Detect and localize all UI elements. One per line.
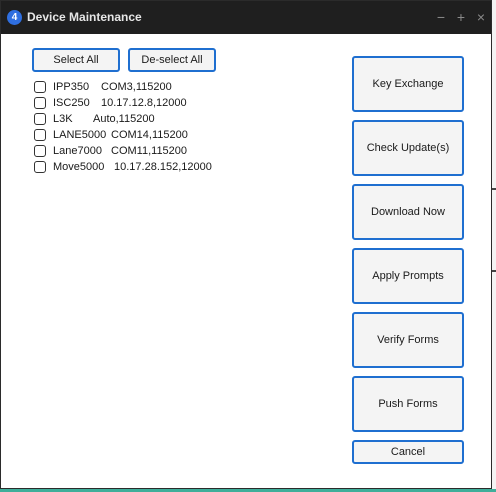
device-connection: 10.17.12.8,12000 [101, 97, 187, 109]
device-checkbox[interactable] [34, 129, 46, 141]
device-connection: 10.17.28.152,12000 [114, 161, 212, 173]
device-checkbox[interactable] [34, 97, 46, 109]
maximize-icon[interactable]: + [453, 7, 469, 27]
app-icon: 4 [7, 10, 22, 25]
device-checkbox[interactable] [34, 113, 46, 125]
download-now-button[interactable]: Download Now [352, 184, 464, 240]
device-name: Move5000 [53, 161, 105, 173]
device-name: IPP350 [53, 81, 90, 93]
background-mark [492, 270, 496, 272]
device-name: Lane7000 [53, 145, 102, 157]
device-name: LANE5000 [53, 129, 107, 141]
apply-prompts-button[interactable]: Apply Prompts [352, 248, 464, 304]
device-maintenance-window: 4 Device Maintenance − + × Select All De… [0, 0, 492, 489]
key-exchange-button[interactable]: Key Exchange [352, 56, 464, 112]
title-bar[interactable]: 4 Device Maintenance − + × [1, 1, 491, 34]
background-mark [492, 188, 496, 190]
device-connection: COM11,115200 [111, 145, 188, 157]
device-connection: COM14,115200 [111, 129, 188, 141]
device-checkbox[interactable] [34, 81, 46, 93]
device-connection: COM3,115200 [101, 81, 172, 93]
device-checkbox[interactable] [34, 145, 46, 157]
device-name: ISC250 [53, 97, 90, 109]
close-icon[interactable]: × [473, 7, 489, 27]
window-title: Device Maintenance [27, 10, 142, 24]
push-forms-button[interactable]: Push Forms [352, 376, 464, 432]
device-name: L3K [53, 113, 73, 125]
background-window-edge [492, 0, 496, 492]
device-connection: Auto,115200 [93, 113, 155, 125]
select-all-button[interactable]: Select All [32, 48, 120, 72]
minimize-icon[interactable]: − [433, 7, 449, 27]
cancel-button[interactable]: Cancel [352, 440, 464, 464]
verify-forms-button[interactable]: Verify Forms [352, 312, 464, 368]
deselect-all-button[interactable]: De-select All [128, 48, 216, 72]
check-updates-button[interactable]: Check Update(s) [352, 120, 464, 176]
device-checkbox[interactable] [34, 161, 46, 173]
